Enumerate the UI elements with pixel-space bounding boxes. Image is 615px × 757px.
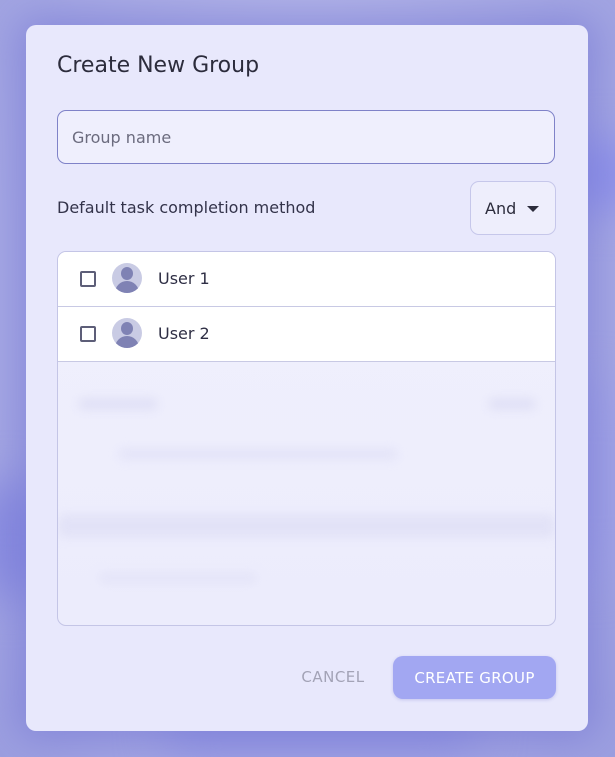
completion-method-value: And (485, 199, 517, 218)
avatar-icon (112, 263, 142, 293)
user-list-item[interactable]: User 1 (58, 252, 555, 307)
user-name: User 2 (158, 324, 210, 343)
list-background-blur (78, 398, 158, 410)
list-background-blur (98, 572, 258, 584)
user-checkbox[interactable] (80, 326, 96, 342)
caret-down-icon (527, 206, 539, 212)
list-background-blur (118, 448, 398, 460)
list-background-blur (488, 398, 536, 410)
group-name-input[interactable] (72, 111, 532, 163)
list-background-blur (58, 514, 555, 538)
create-group-dialog: Create New Group Default task completion… (26, 25, 588, 731)
create-group-button[interactable]: CREATE GROUP (393, 656, 556, 699)
completion-method-select[interactable]: And (470, 181, 556, 235)
user-name: User 1 (158, 269, 210, 288)
avatar-icon (112, 318, 142, 348)
user-list-item[interactable]: User 2 (58, 307, 555, 362)
user-checkbox[interactable] (80, 271, 96, 287)
completion-method-label: Default task completion method (57, 198, 316, 217)
user-list[interactable]: User 1 User 2 (57, 251, 556, 626)
dialog-title: Create New Group (57, 53, 260, 78)
group-name-field[interactable] (57, 110, 555, 164)
cancel-button[interactable]: CANCEL (288, 656, 378, 698)
